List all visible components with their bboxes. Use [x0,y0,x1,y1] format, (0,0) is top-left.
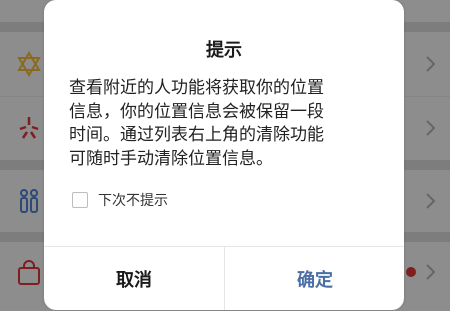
chevron-right-icon [426,120,436,136]
dialog-message: 查看附近的人功能将获取你的位置 信息，你的位置信息会被保留一段 时间。通过列表右… [69,77,387,171]
dont-show-again-checkbox[interactable] [72,192,88,208]
cancel-button[interactable]: 取消 [44,247,224,310]
shopping-bag-icon [18,260,40,285]
dont-show-again-row[interactable]: 下次不提示 [72,190,168,210]
message-line: 可随时手动清除位置信息。 [69,148,273,169]
message-line: 信息，你的位置信息会被保留一段 [69,101,324,122]
badge-dot [406,267,416,277]
dialog-title: 提示 [206,40,242,61]
chevron-right-icon [426,264,436,280]
sparkle-icon [19,117,39,139]
location-permission-dialog: 提示 查看附近的人功能将获取你的位置 信息，你的位置信息会被保留一段 时间。通过… [44,0,404,310]
message-line: 时间。通过列表右上角的清除功能 [69,125,324,145]
confirm-button[interactable]: 确定 [225,247,405,310]
dont-show-again-label[interactable]: 下次不提示 [98,190,168,210]
star-of-david-icon [17,51,41,77]
people-icon [20,189,38,213]
chevron-right-icon [426,56,436,72]
chevron-right-icon [426,193,436,209]
message-line: 查看附近的人功能将获取你的位置 [69,78,324,98]
